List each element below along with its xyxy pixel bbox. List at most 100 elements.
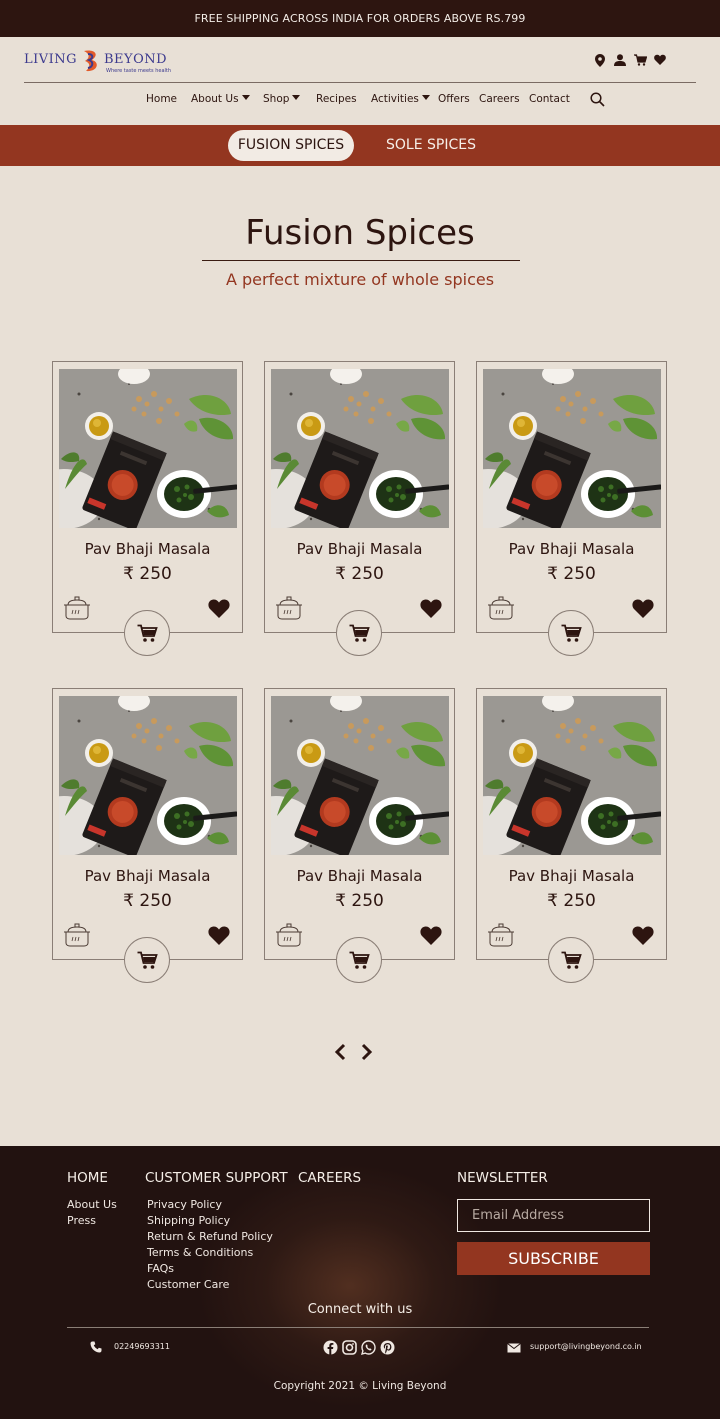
- mail-icon: [507, 1343, 521, 1353]
- product-image-wrap[interactable]: [59, 369, 237, 528]
- product-price: ₹ 250: [335, 891, 384, 911]
- location-icon[interactable]: [594, 54, 606, 68]
- recipe-pot-icon[interactable]: [63, 923, 91, 947]
- product-card[interactable]: Pav Bhaji Masala ₹ 250: [264, 361, 455, 656]
- product-image-wrap[interactable]: [59, 696, 237, 855]
- site-footer: HOME About Us Press CUSTOMER SUPPORT Pri…: [0, 1146, 720, 1419]
- cart-icon[interactable]: [634, 54, 648, 68]
- nav-item-careers[interactable]: Careers: [479, 93, 520, 105]
- product-name[interactable]: Pav Bhaji Masala: [477, 540, 666, 558]
- add-to-cart-button[interactable]: [548, 937, 594, 983]
- announcement-bar: FREE SHIPPING ACROSS INDIA FOR ORDERS AB…: [0, 0, 720, 37]
- announcement-text: FREE SHIPPING ACROSS INDIA FOR ORDERS AB…: [194, 12, 526, 25]
- product-name[interactable]: Pav Bhaji Masala: [53, 867, 242, 885]
- product-name[interactable]: Pav Bhaji Masala: [265, 867, 454, 885]
- caret-down-icon: [241, 95, 250, 100]
- footer-heading-newsletter: NEWSLETTER: [457, 1170, 548, 1186]
- facebook-icon[interactable]: [323, 1340, 338, 1355]
- wishlist-heart-icon[interactable]: [632, 925, 654, 945]
- product-image-wrap[interactable]: [483, 696, 661, 855]
- brand-logo[interactable]: LIVING BEYOND Where taste meets health: [24, 46, 174, 76]
- add-to-cart-button[interactable]: [336, 937, 382, 983]
- nav-item-about[interactable]: About Us: [191, 93, 250, 105]
- product-name[interactable]: Pav Bhaji Masala: [265, 540, 454, 558]
- nav-label: Recipes: [316, 93, 357, 105]
- user-icon[interactable]: [614, 54, 626, 68]
- footer-background-art: [200, 1166, 500, 1406]
- product-image-wrap[interactable]: [271, 369, 449, 528]
- footer-link-about[interactable]: About Us: [67, 1198, 117, 1211]
- search-icon[interactable]: [590, 92, 605, 107]
- footer-phone[interactable]: 02249693311: [114, 1342, 170, 1351]
- footer-link-press[interactable]: Press: [67, 1214, 96, 1227]
- footer-link-faqs[interactable]: FAQs: [147, 1262, 174, 1275]
- logo-text-left: LIVING: [24, 52, 78, 67]
- chevron-left-icon[interactable]: [333, 1043, 349, 1061]
- section-title: Fusion Spices: [245, 213, 475, 253]
- footer-heading-support: CUSTOMER SUPPORT: [145, 1170, 288, 1186]
- nav-item-shop[interactable]: Shop: [263, 93, 301, 105]
- product-image-wrap[interactable]: [271, 696, 449, 855]
- product-price: ₹ 250: [335, 564, 384, 584]
- product-image: [271, 696, 449, 855]
- recipe-pot-icon[interactable]: [487, 923, 515, 947]
- product-card[interactable]: Pav Bhaji Masala ₹ 250: [476, 361, 667, 656]
- product-name[interactable]: Pav Bhaji Masala: [477, 867, 666, 885]
- recipe-pot-icon[interactable]: [275, 923, 303, 947]
- nav-item-contact[interactable]: Contact: [529, 93, 570, 105]
- product-image: [59, 369, 237, 528]
- wishlist-heart-icon[interactable]: [208, 598, 230, 618]
- footer-link-privacy[interactable]: Privacy Policy: [147, 1198, 222, 1211]
- add-to-cart-button[interactable]: [124, 610, 170, 656]
- section-subtitle: A perfect mixture of whole spices: [225, 270, 495, 289]
- recipe-pot-icon[interactable]: [487, 596, 515, 620]
- product-price: ₹ 250: [123, 564, 172, 584]
- recipe-pot-icon[interactable]: [275, 596, 303, 620]
- product-card[interactable]: Pav Bhaji Masala ₹ 250: [476, 688, 667, 983]
- phone-icon: [90, 1341, 102, 1353]
- footer-link-terms[interactable]: Terms & Conditions: [147, 1246, 253, 1259]
- instagram-icon[interactable]: [342, 1340, 357, 1355]
- nav-label: Offers: [438, 93, 470, 105]
- carousel-pager: [333, 1043, 375, 1061]
- footer-heading-home[interactable]: HOME: [67, 1170, 108, 1186]
- footer-link-customer-care[interactable]: Customer Care: [147, 1278, 229, 1291]
- wishlist-heart-icon[interactable]: [632, 598, 654, 618]
- footer-email[interactable]: support@livingbeyond.co.in: [530, 1342, 642, 1351]
- add-to-cart-button[interactable]: [548, 610, 594, 656]
- tab-sole-spices[interactable]: SOLE SPICES: [372, 130, 490, 161]
- subscribe-button[interactable]: SUBSCRIBE: [457, 1242, 650, 1275]
- product-card[interactable]: Pav Bhaji Masala ₹ 250: [52, 361, 243, 656]
- recipe-pot-icon[interactable]: [63, 596, 91, 620]
- add-to-cart-button[interactable]: [336, 610, 382, 656]
- caret-down-icon: [421, 95, 430, 100]
- wishlist-heart-icon[interactable]: [420, 925, 442, 945]
- heart-icon[interactable]: [654, 54, 666, 68]
- footer-link-shipping[interactable]: Shipping Policy: [147, 1214, 230, 1227]
- title-divider: [202, 260, 520, 261]
- nav-label: Shop: [263, 93, 290, 105]
- wishlist-heart-icon[interactable]: [208, 925, 230, 945]
- pinterest-icon[interactable]: [380, 1340, 395, 1355]
- add-to-cart-button[interactable]: [124, 937, 170, 983]
- wishlist-heart-icon[interactable]: [420, 598, 442, 618]
- footer-link-refund[interactable]: Return & Refund Policy: [147, 1230, 273, 1243]
- product-card[interactable]: Pav Bhaji Masala ₹ 250: [52, 688, 243, 983]
- header-icon-group: [594, 54, 666, 68]
- nav-item-activities[interactable]: Activities: [371, 93, 430, 105]
- nav-item-offers[interactable]: Offers: [438, 93, 470, 105]
- nav-item-recipes[interactable]: Recipes: [316, 93, 357, 105]
- logo-text-right: BEYOND: [104, 52, 168, 67]
- footer-heading-careers[interactable]: CAREERS: [298, 1170, 361, 1186]
- nav-label: About Us: [191, 93, 239, 105]
- connect-heading: Connect with us: [307, 1302, 413, 1317]
- nav-item-home[interactable]: Home: [146, 93, 177, 105]
- product-name[interactable]: Pav Bhaji Masala: [53, 540, 242, 558]
- tab-fusion-spices[interactable]: FUSION SPICES: [228, 130, 354, 161]
- chevron-right-icon[interactable]: [358, 1043, 374, 1061]
- product-image-wrap[interactable]: [483, 369, 661, 528]
- category-tabs: FUSION SPICES SOLE SPICES: [0, 125, 720, 166]
- product-card[interactable]: Pav Bhaji Masala ₹ 250: [264, 688, 455, 983]
- newsletter-email-input[interactable]: [457, 1199, 650, 1232]
- whatsapp-icon[interactable]: [360, 1340, 376, 1356]
